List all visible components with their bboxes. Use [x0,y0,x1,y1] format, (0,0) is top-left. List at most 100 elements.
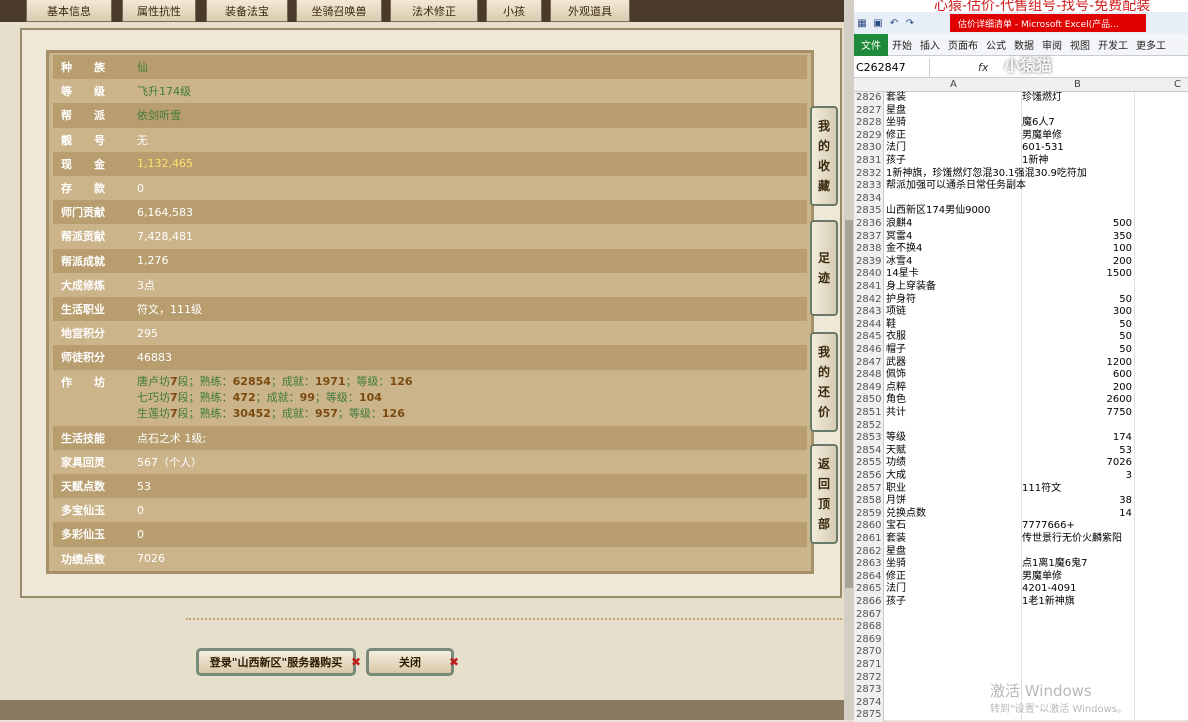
cell-a[interactable]: 14星卡 [886,268,1021,281]
cell-a[interactable]: 孩子 [886,596,1021,609]
cell-b-number[interactable]: 50 [1022,294,1132,307]
row-number[interactable]: 2845 [854,331,884,344]
ribbon-tab-2[interactable]: 插入 [916,37,944,52]
cell-b-number[interactable]: 53 [1022,445,1132,458]
row-number[interactable]: 2842 [854,293,884,307]
vertical-scrollbar[interactable] [844,0,854,720]
ribbon-tab-9[interactable]: 更多工 [1132,37,1170,52]
cell-b-number[interactable]: 174 [1022,432,1132,445]
row-number[interactable]: 2834 [854,192,884,206]
cell-b-number[interactable]: 3 [1022,470,1132,483]
cell-b-number[interactable]: 1500 [1022,268,1132,281]
row-number[interactable]: 2836 [854,218,884,231]
cell-a[interactable]: 项链 [886,306,1021,319]
row-number[interactable]: 2867 [854,608,884,622]
side-button-0[interactable]: 我的收藏 [810,106,838,206]
row-number[interactable]: 2844 [854,318,884,332]
fx-icon[interactable]: fx [930,61,988,74]
cell-b-number[interactable]: 200 [1022,256,1132,269]
ribbon-tab-1[interactable]: 开始 [888,37,916,52]
row-number[interactable]: 2861 [854,533,884,546]
cell-b-number[interactable]: 38 [1022,495,1132,508]
save-icon[interactable]: ▣ [870,18,886,29]
cell-a[interactable]: 山西新区174男仙9000 [886,205,1021,218]
cell-a[interactable]: 金不换4 [886,243,1021,256]
row-number[interactable]: 2856 [854,470,884,483]
cell-b[interactable]: 珍馐燃灯 [1022,92,1132,105]
cell-a[interactable]: 护身符 [886,294,1021,307]
name-box[interactable]: C262847 [854,57,930,78]
cell-a[interactable]: 点粹 [886,382,1021,395]
cell-b[interactable]: 男魔单修 [1022,571,1132,584]
ribbon-tab-3[interactable]: 页面布 [944,37,982,52]
row-number[interactable]: 2832 [854,167,884,181]
row-number[interactable]: 2863 [854,558,884,571]
cell-b-number[interactable]: 50 [1022,344,1132,357]
row-number[interactable]: 2826 [854,92,884,105]
cell-a[interactable]: 衣服 [886,331,1021,344]
row-number[interactable]: 2870 [854,646,884,659]
side-button-1[interactable]: 足迹 [810,220,838,316]
cell-a[interactable]: 帽子 [886,344,1021,357]
cell-a[interactable]: 鞋 [886,319,1021,332]
cell-b-number[interactable]: 300 [1022,306,1132,319]
row-number[interactable]: 2859 [854,507,884,521]
row-number[interactable]: 2860 [854,520,884,533]
cell-b[interactable]: 男魔单修 [1022,130,1132,143]
row-number[interactable]: 2830 [854,142,884,155]
tab-0[interactable]: 基本信息 [26,0,112,22]
row-number[interactable]: 2852 [854,419,884,433]
row-number[interactable]: 2857 [854,482,884,496]
ribbon-tab-8[interactable]: 开发工 [1094,37,1132,52]
cell-b[interactable]: 7777666+ [1022,520,1132,533]
cell-b-number[interactable]: 500 [1022,218,1132,231]
cell-a[interactable]: 修正 [886,130,1021,143]
cell-b[interactable]: 1新神 [1022,155,1132,168]
cell-a[interactable]: 兑换点数 [886,508,1021,521]
row-number[interactable]: 2866 [854,596,884,609]
cell-a[interactable]: 等级 [886,432,1021,445]
row-number[interactable]: 2833 [854,180,884,193]
undo-icon[interactable]: ↶ [886,18,902,29]
row-number[interactable]: 2851 [854,407,884,420]
tab-1[interactable]: 属性抗性 [122,0,196,22]
cell-a[interactable]: 佩饰 [886,369,1021,382]
cell-a[interactable]: 套装 [886,92,1021,105]
row-number[interactable]: 2848 [854,369,884,382]
row-number[interactable]: 2871 [854,659,884,672]
row-number[interactable]: 2855 [854,457,884,470]
cell-a[interactable]: 1新神旗，珍馐燃灯忽混30.1强混30.9吃符加 [886,168,1087,181]
cell-a[interactable]: 法门 [886,142,1021,155]
row-number[interactable]: 2849 [854,381,884,395]
cell-a[interactable]: 星盘 [886,105,1021,118]
cell-a[interactable]: 身上穿装备 [886,281,1021,294]
tab-3[interactable]: 坐骑召唤兽 [296,0,382,22]
cell-b-number[interactable]: 100 [1022,243,1132,256]
column-header-c[interactable]: C [1174,79,1181,90]
row-number[interactable]: 2853 [854,432,884,445]
row-number[interactable]: 2838 [854,243,884,256]
cell-a[interactable]: 角色 [886,394,1021,407]
row-number[interactable]: 2839 [854,255,884,269]
cell-a[interactable]: 武器 [886,357,1021,370]
row-number[interactable]: 2875 [854,709,884,722]
row-number[interactable]: 2850 [854,394,884,407]
tab-6[interactable]: 外观道具 [550,0,630,22]
row-number[interactable]: 2828 [854,117,884,130]
row-number[interactable]: 2831 [854,155,884,168]
cell-b-number[interactable]: 350 [1022,231,1132,244]
row-number[interactable]: 2829 [854,129,884,143]
close-button[interactable]: 关闭 ✖ [366,648,459,676]
row-number[interactable]: 2854 [854,444,884,458]
column-header-a[interactable]: A [950,79,957,90]
tab-5[interactable]: 小孩 [486,0,542,22]
cell-a[interactable]: 月饼 [886,495,1021,508]
row-number[interactable]: 2837 [854,230,884,244]
row-number[interactable]: 2868 [854,621,884,634]
ribbon-tab-6[interactable]: 审阅 [1038,37,1066,52]
row-number[interactable]: 2827 [854,104,884,118]
ribbon-tab-7[interactable]: 视图 [1066,37,1094,52]
cell-b[interactable]: 传世景行无价火麟紫阳 [1022,533,1132,546]
cell-b[interactable]: 601-531 [1022,142,1132,155]
cell-b-number[interactable]: 600 [1022,369,1132,382]
